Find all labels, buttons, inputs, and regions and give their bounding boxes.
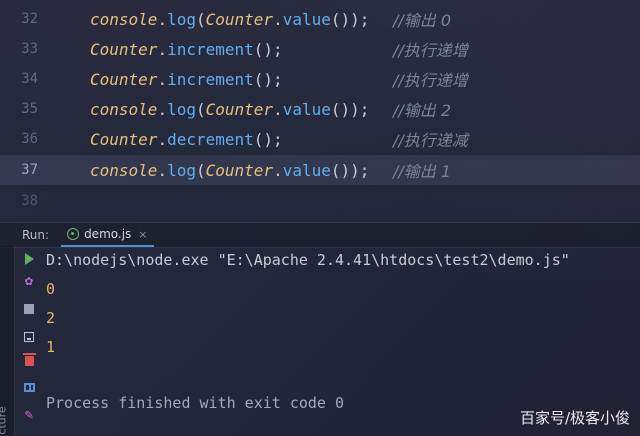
close-icon[interactable]: × xyxy=(138,228,147,241)
run-tab-demo-js[interactable]: demo.js × xyxy=(61,223,154,247)
line-number: 35 xyxy=(21,101,38,117)
run-panel-header: Run: demo.js × xyxy=(0,222,640,248)
line-number: 34 xyxy=(21,71,38,87)
code-comment: //输出 1 xyxy=(393,162,452,181)
run-toolbar: ✿ ✎ xyxy=(18,246,40,436)
code-line-current[interactable]: 37 console.log(Counter.value()); //输出 1 xyxy=(0,155,640,185)
line-number: 33 xyxy=(21,41,38,57)
rerun-button[interactable] xyxy=(18,248,40,270)
code-line[interactable]: 32 console.log(Counter.value()); //输出 0 xyxy=(0,4,640,34)
code-content: console.log(Counter.value()); xyxy=(90,99,370,119)
code-comment: //执行递减 xyxy=(393,131,468,150)
code-comment: //输出 0 xyxy=(393,11,452,30)
pin-icon: ✎ xyxy=(24,407,34,423)
gear-icon: ✿ xyxy=(24,273,34,289)
console-output-line: 2 xyxy=(46,309,56,327)
console-command: D:\nodejs\node.exe "E:\Apache 2.4.41\htd… xyxy=(46,251,570,269)
code-content: Counter.increment(); xyxy=(90,39,283,59)
code-comment: //输出 2 xyxy=(393,101,452,120)
stop-icon xyxy=(24,304,34,314)
watermark-text: 百家号/极客小俊 xyxy=(519,409,630,427)
layout-icon xyxy=(23,382,35,392)
run-tab-label: demo.js xyxy=(84,227,132,241)
code-content: console.log(Counter.value()); xyxy=(90,9,370,29)
code-content: console.log(Counter.value()); xyxy=(90,160,370,180)
console-output-line: 1 xyxy=(46,338,56,356)
nodejs-icon xyxy=(67,228,80,240)
code-line[interactable]: 33 Counter.increment(); //执行递增 xyxy=(0,34,640,64)
structure-side-label[interactable]: cture xyxy=(0,406,9,434)
play-icon xyxy=(24,253,34,265)
line-number: 32 xyxy=(21,11,38,27)
code-comment: //执行递增 xyxy=(393,71,468,90)
code-line[interactable]: 35 console.log(Counter.value()); //输出 2 xyxy=(0,94,640,124)
console-exit-message: Process finished with exit code 0 xyxy=(46,394,345,412)
pin-tab-button[interactable]: ✎ xyxy=(18,404,40,426)
run-label: Run: xyxy=(22,228,50,242)
dump-threads-button[interactable] xyxy=(18,326,40,348)
clear-button[interactable] xyxy=(18,350,40,372)
trash-icon xyxy=(22,353,36,366)
stop-button[interactable] xyxy=(18,298,40,320)
code-line[interactable]: 34 Counter.increment(); //执行递增 xyxy=(0,64,640,94)
code-editor[interactable]: 32 console.log(Counter.value()); //输出 0 … xyxy=(0,0,640,214)
dump-threads-icon xyxy=(24,332,34,342)
restore-layout-button[interactable] xyxy=(18,376,40,398)
settings-button[interactable]: ✿ xyxy=(18,270,40,292)
line-number-partial: 38 xyxy=(21,193,38,205)
console-output-line: 0 xyxy=(46,280,56,298)
code-line[interactable]: 36 Counter.decrement(); //执行递减 xyxy=(0,124,640,154)
line-number: 37 xyxy=(21,162,38,178)
line-number: 36 xyxy=(21,131,38,147)
code-content: Counter.increment(); xyxy=(90,69,283,89)
code-comment: //执行递增 xyxy=(393,41,468,60)
code-content: Counter.decrement(); xyxy=(90,129,283,149)
